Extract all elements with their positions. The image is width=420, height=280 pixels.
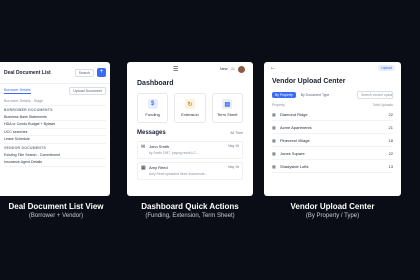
upload-count: 22 (388, 150, 393, 156)
vendor-upload-center-screen: ← Upload Vendor Upload Center By Propert… (264, 62, 401, 196)
quick-actions: $ Funding ↻ Extension ▤ Term Sheet (127, 87, 253, 123)
upload-pill[interactable]: Upload (378, 65, 395, 71)
building-icon: ▦ (272, 124, 276, 130)
message-list: ✉ John Smith by Smith 1997, paying result,… (127, 141, 253, 180)
caption-list-view: Deal Document List View (Borrower + Vend… (0, 202, 112, 219)
message-body: Amy Reed Amy Reed uploaded three document… (149, 165, 228, 177)
message-icon: ✉ (141, 144, 146, 150)
list-item[interactable]: Existing Title Search - Commitment (4, 152, 106, 159)
caption-title: Deal Document List View (8, 202, 104, 211)
building-icon: ▦ (272, 163, 276, 169)
dashboard-topbar: ☰ New ♨ (127, 62, 253, 76)
messages-header: Messages All Time (127, 123, 253, 138)
bell-icon[interactable]: ♨ (231, 66, 235, 72)
caption-vendor-upload: Vendor Upload Center (By Property / Type… (264, 202, 401, 219)
table-header: Property Total Uploads (264, 99, 401, 108)
building-icon: ▦ (272, 111, 276, 117)
messages-title: Messages (137, 130, 166, 136)
table-row[interactable]: ▦ Shadyside Lofts 13 (272, 160, 393, 173)
action-label: Funding (145, 112, 160, 117)
message-sender: John Smith (149, 144, 170, 149)
add-button[interactable]: + (97, 68, 106, 77)
tab-by-property[interactable]: By Property (272, 92, 296, 98)
messages-filter[interactable]: All Time (230, 131, 243, 135)
tab-by-document-type[interactable]: By Document Type (298, 92, 333, 98)
search-button[interactable]: Search (74, 68, 94, 77)
message-preview: Amy Reed uploaded three documents... (149, 172, 208, 176)
section-header: VENDOR DOCUMENTS (4, 145, 47, 150)
message-item[interactable]: ✉ John Smith by Smith 1997, paying result,… (137, 141, 243, 159)
page-title: Dashboard (137, 80, 174, 87)
action-icon: ↻ (184, 99, 195, 109)
upload-count: 21 (388, 124, 393, 130)
back-arrow-icon[interactable]: ← (270, 65, 276, 71)
property-table: ▦ Diamond Ridge 22 ▦ Acme Apartments 21 ▦ Pinec… (264, 108, 401, 173)
list-item[interactable]: UCC searches (4, 129, 106, 136)
message-body: John Smith by Smith 1997, paying result,L… (149, 144, 228, 156)
list-item[interactable]: Insurance Agent Details (4, 159, 106, 167)
quick-action-extension[interactable]: ↻ Extension (174, 93, 206, 123)
upload-count: 18 (388, 137, 393, 143)
caption-subtitle: (Borrower + Vendor) (28, 213, 84, 219)
upload-count: 13 (388, 163, 393, 169)
property-name: Jones Square (280, 150, 305, 156)
table-row[interactable]: ▦ Acme Apartments 21 (272, 121, 393, 134)
property-name: Pinecrest Village (280, 137, 310, 143)
message-date: May 16 (228, 165, 239, 169)
building-icon: ▦ (272, 150, 276, 156)
page-title: Vendor Upload Center (272, 78, 346, 85)
upload-document-button[interactable]: Upload Document (69, 87, 106, 95)
action-icon: $ (147, 99, 158, 109)
section-header: BORROWER DOCUMENTS (4, 107, 53, 112)
table-row[interactable]: ▦ Pinecrest Village 18 (272, 134, 393, 147)
tab-borrower-details[interactable]: Borrower Details (4, 88, 31, 94)
caption-dashboard: Dashboard Quick Actions (Funding, Extens… (122, 202, 258, 219)
avatar[interactable] (238, 65, 245, 73)
upload-count: 22 (388, 111, 393, 117)
message-preview: by Smith 1997, paying result,LC... (149, 151, 199, 155)
search-input[interactable]: Search vendor uploads... (357, 91, 393, 99)
caption-title: Vendor Upload Center (290, 202, 375, 211)
list-item[interactable]: Business Bank Statements (4, 114, 106, 121)
column-property: Property (272, 103, 285, 107)
dashboard-screen: ☰ New ♨ Dashboard $ Funding ↻ Extension ▤ Ter… (127, 62, 253, 196)
document-list: Borrower Details - Stage BORROWER DOCUMEN… (0, 98, 110, 167)
new-button[interactable]: New (220, 67, 228, 71)
vendor-topbar: ← Upload (264, 62, 401, 74)
action-label: Term Sheet (217, 112, 238, 117)
deal-document-list-screen: Deal Document List Search + Borrower Det… (0, 62, 110, 196)
hamburger-icon[interactable]: ☰ (173, 66, 178, 73)
quick-action-term-sheet[interactable]: ▤ Term Sheet (211, 93, 243, 123)
property-name: Shadyside Lofts (280, 163, 309, 169)
property-name: Diamond Ridge (280, 111, 308, 117)
message-sender: Amy Reed (149, 165, 168, 170)
message-icon: ▦ (141, 165, 146, 171)
list-item[interactable]: Lease Schedule (4, 136, 106, 144)
property-name: Acme Apartments (280, 124, 312, 130)
list-header: Deal Document List Search + (0, 62, 110, 84)
column-total-uploads[interactable]: Total Uploads (372, 103, 393, 107)
caption-title: Dashboard Quick Actions (141, 202, 239, 211)
action-label: Extension (181, 112, 199, 117)
quick-action-funding[interactable]: $ Funding (137, 93, 169, 123)
page-title: Deal Document List (4, 69, 51, 76)
list-item[interactable]: Borrower Details - Stage (4, 98, 106, 106)
caption-subtitle: (By Property / Type) (305, 213, 360, 219)
message-item[interactable]: ▦ Amy Reed Amy Reed uploaded three documen… (137, 162, 243, 180)
building-icon: ▦ (272, 137, 276, 143)
table-row[interactable]: ▦ Jones Square 22 (272, 147, 393, 160)
action-icon: ▤ (222, 99, 233, 109)
vendor-toolbar: By Property By Document Type Search vend… (264, 85, 401, 99)
caption-subtitle: (Funding, Extension, Term Sheet) (145, 213, 235, 219)
table-row[interactable]: ▦ Diamond Ridge 22 (272, 108, 393, 121)
list-toolbar: Borrower Details Upload Document (0, 84, 110, 98)
message-date: May 16 (228, 144, 239, 148)
list-item[interactable]: HDA or Condo Budget + Bylaws (4, 121, 106, 129)
